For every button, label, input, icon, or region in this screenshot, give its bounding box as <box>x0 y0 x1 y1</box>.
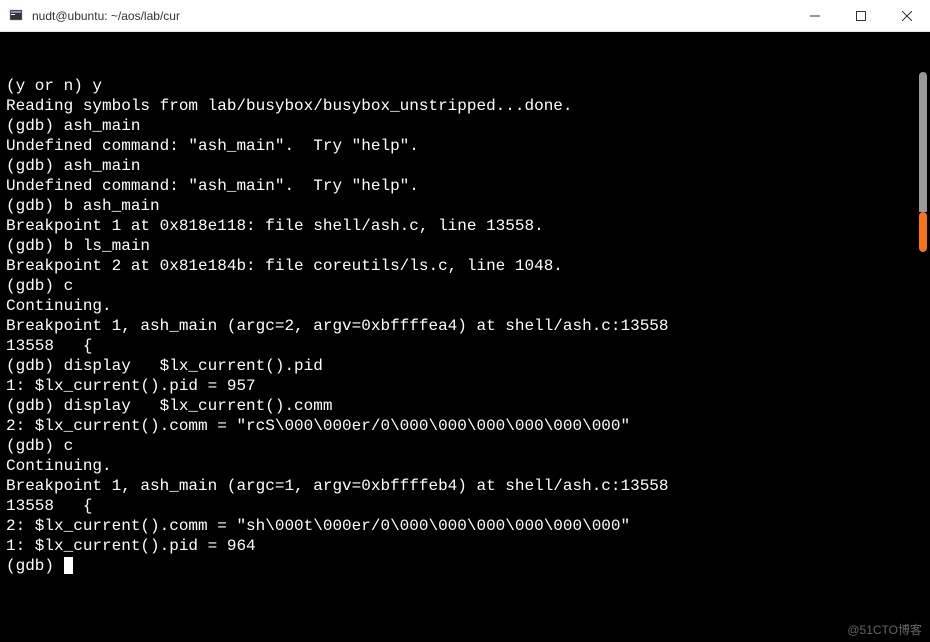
terminal-line: (gdb) ash_main <box>6 156 924 176</box>
watermark: @51CTO博客 <box>847 621 922 638</box>
terminal-line: Undefined command: "ash_main". Try "help… <box>6 176 924 196</box>
terminal-line: (gdb) <box>6 556 924 576</box>
terminal-line: (gdb) c <box>6 436 924 456</box>
window-title: nudt@ubuntu: ~/aos/lab/cur <box>32 9 792 23</box>
terminal-line: (y or n) y <box>6 76 924 96</box>
terminal-line: 1: $lx_current().pid = 964 <box>6 536 924 556</box>
window-controls <box>792 0 930 31</box>
terminal-line: Breakpoint 1, ash_main (argc=2, argv=0xb… <box>6 316 924 336</box>
terminal[interactable]: (y or n) yReading symbols from lab/busyb… <box>0 32 930 642</box>
terminal-line: (gdb) display $lx_current().pid <box>6 356 924 376</box>
terminal-line: (gdb) c <box>6 276 924 296</box>
terminal-line: Undefined command: "ash_main". Try "help… <box>6 136 924 156</box>
terminal-line: 13558 { <box>6 336 924 356</box>
minimize-button[interactable] <box>792 0 838 31</box>
close-button[interactable] <box>884 0 930 31</box>
scrollbar-thumb[interactable] <box>919 212 927 252</box>
terminal-line: Breakpoint 1 at 0x818e118: file shell/as… <box>6 216 924 236</box>
terminal-cursor <box>64 557 73 574</box>
terminal-line: (gdb) ash_main <box>6 116 924 136</box>
terminal-line: Reading symbols from lab/busybox/busybox… <box>6 96 924 116</box>
terminal-line: (gdb) display $lx_current().comm <box>6 396 924 416</box>
terminal-line: Breakpoint 1, ash_main (argc=1, argv=0xb… <box>6 476 924 496</box>
terminal-line: (gdb) b ash_main <box>6 196 924 216</box>
terminal-line: Continuing. <box>6 456 924 476</box>
maximize-button[interactable] <box>838 0 884 31</box>
app-icon <box>8 8 24 24</box>
terminal-line: Continuing. <box>6 296 924 316</box>
terminal-line: 2: $lx_current().comm = "sh\000t\000er/0… <box>6 516 924 536</box>
titlebar: nudt@ubuntu: ~/aos/lab/cur <box>0 0 930 32</box>
terminal-line: 1: $lx_current().pid = 957 <box>6 376 924 396</box>
scrollbar-track-segment <box>919 72 927 212</box>
terminal-line: Breakpoint 2 at 0x81e184b: file coreutil… <box>6 256 924 276</box>
terminal-line: 2: $lx_current().comm = "rcS\000\000er/0… <box>6 416 924 436</box>
terminal-line: 13558 { <box>6 496 924 516</box>
terminal-line: (gdb) b ls_main <box>6 236 924 256</box>
